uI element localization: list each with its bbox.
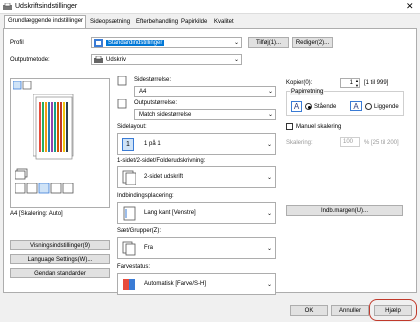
color-mode-select[interactable]: Automatisk [Farve/S-H] ⌄ <box>117 273 276 295</box>
portrait-label: Stående <box>314 104 337 110</box>
chevron-down-icon: ⌄ <box>266 142 272 148</box>
page-size-select[interactable]: A4 ⌄ <box>134 86 276 97</box>
collate-icon <box>122 241 136 256</box>
edit-profile-button[interactable]: Rediger(2)... <box>292 37 333 48</box>
tab-paper-source[interactable]: Papirkilde <box>177 16 211 28</box>
page-preview-image <box>33 94 74 160</box>
printer-icon <box>3 3 12 10</box>
binding-select[interactable]: Lang kant [Venstre] ⌄ <box>117 202 276 224</box>
page-layout-icon: 1 <box>122 138 134 151</box>
ok-button[interactable]: OK <box>290 305 328 316</box>
duplex-label: 1-sidet/2-sidet/Folderudskrivning: <box>117 158 206 164</box>
profile-select[interactable]: Standardindstillinger ⌄ <box>91 37 242 48</box>
chevron-down-icon: ⌄ <box>266 211 272 217</box>
scaling-input[interactable]: 100 <box>340 137 360 147</box>
restore-defaults-button[interactable]: Gendan standarder <box>10 268 110 278</box>
portrait-radio[interactable] <box>305 103 312 110</box>
add-profile-button[interactable]: Tilføj(1)... <box>248 37 289 48</box>
chevron-down-icon: ⌄ <box>266 282 272 288</box>
output-size-value: Match sidestørrelse <box>139 112 192 118</box>
color-mode-icon <box>123 279 135 290</box>
binding-icon <box>123 206 136 221</box>
chevron-down-icon: ⌄ <box>233 40 239 46</box>
output-size-label: Outputstørrelse: <box>134 100 178 106</box>
binding-label: Indbindingsplacering: <box>117 193 174 199</box>
preview-panel <box>10 78 110 208</box>
title-bar: Udskriftsindstillinger ✕ <box>0 0 420 14</box>
output-method-value: Udskriv <box>106 57 127 63</box>
preview-caption: A4 [Skalering: Auto] <box>10 211 63 217</box>
copies-spinner[interactable]: ▲ ▼ <box>354 78 360 88</box>
chevron-down-icon: ⌄ <box>267 89 273 95</box>
chevron-down-icon: ⌄ <box>267 112 273 118</box>
tab-quality[interactable]: Kvalitet <box>210 16 238 28</box>
collate-value: Fra <box>144 245 153 251</box>
portrait-icon: A <box>291 101 302 112</box>
page-size-label: Sidestørrelse: <box>134 77 172 83</box>
copies-range: [1 til 999] <box>364 80 389 86</box>
page-layout-select[interactable]: 1 1 på 1 ⌄ <box>117 133 276 155</box>
output-method-select[interactable]: Udskriv ⌄ <box>91 54 242 65</box>
output-size-select[interactable]: Match sidestørrelse ⌄ <box>134 109 276 120</box>
orientation-label: Papirretning <box>290 89 325 95</box>
preview-mode-icons[interactable] <box>13 81 33 91</box>
view-settings-button[interactable]: Visningsindstillinger(9) <box>10 240 110 250</box>
color-mode-label: Farvestatus: <box>117 264 151 270</box>
page-layout-label: Sidelayout: <box>117 124 147 130</box>
chevron-down-icon: ⌄ <box>266 246 272 252</box>
tab-page-setup[interactable]: Sideopsætning <box>86 16 131 28</box>
duplex-select[interactable]: 2-sidet udskrift ⌄ <box>117 166 276 188</box>
cancel-button[interactable]: Annuller <box>331 305 369 316</box>
color-mode-value: Automatisk [Farve/S-H] <box>144 281 207 287</box>
window-title: Udskriftsindstillinger <box>15 3 78 10</box>
profile-label: Profil <box>10 40 24 46</box>
language-settings-button[interactable]: Language Settings(W)... <box>10 254 110 264</box>
manual-scaling-checkbox[interactable] <box>286 123 293 130</box>
binding-value: Lang kant [Venstre] <box>144 210 196 216</box>
manual-scaling-label: Manuel skalering <box>296 124 342 130</box>
tab-basic-settings[interactable]: Grundlæggende indstillinger <box>4 15 86 29</box>
output-size-icon <box>117 99 127 109</box>
paper-stack-icon <box>15 168 28 180</box>
page-layout-value: 1 på 1 <box>144 141 161 147</box>
tab-finishing[interactable]: Efterbehandling <box>132 16 178 28</box>
page-size-icon <box>117 76 127 86</box>
binding-margin-button[interactable]: Indb.margen(U)... <box>286 205 403 216</box>
chevron-down-icon: ⌄ <box>266 175 272 181</box>
profile-value: Standardindstillinger <box>106 40 165 46</box>
chevron-down-icon: ⌄ <box>233 57 239 63</box>
duplex-value: 2-sidet udskrift <box>144 174 184 180</box>
scaling-range: % [25 til 200] <box>364 140 399 146</box>
scaling-label: Skalering: <box>286 140 313 146</box>
collate-label: Sæt/Grupper(Z): <box>117 228 162 234</box>
printer-icon <box>94 56 103 63</box>
profile-icon <box>94 39 103 47</box>
copies-label: Kopier(0): <box>286 80 313 86</box>
output-method-label: Outputmetode: <box>10 57 50 63</box>
duplex-icon <box>122 170 136 185</box>
landscape-icon: A <box>350 101 362 111</box>
landscape-label: Liggende <box>374 104 399 110</box>
page-size-value: A4 <box>139 89 147 95</box>
landscape-radio[interactable] <box>365 103 372 110</box>
help-highlight-ring <box>369 299 417 321</box>
finishing-icons[interactable] <box>15 183 107 195</box>
collate-select[interactable]: Fra ⌄ <box>117 237 276 259</box>
close-icon[interactable]: ✕ <box>406 1 414 12</box>
